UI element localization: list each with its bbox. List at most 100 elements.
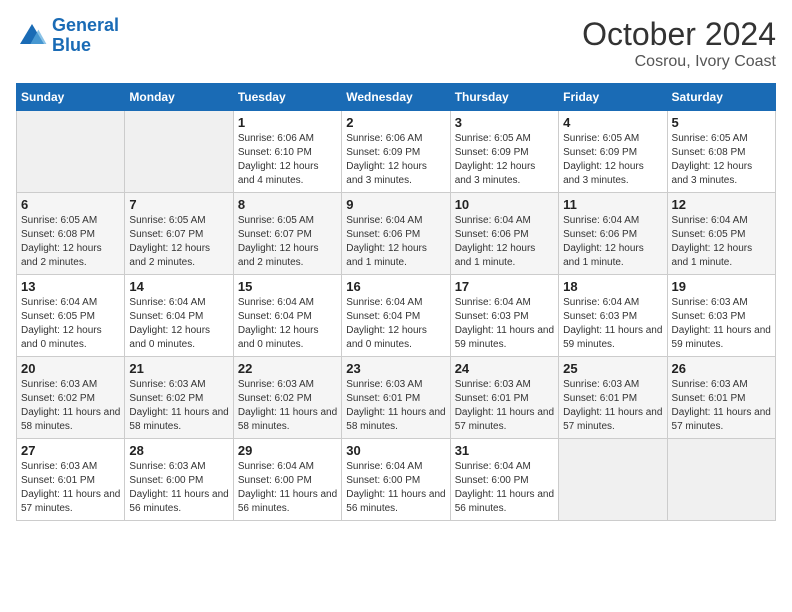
day-info: Sunrise: 6:04 AM Sunset: 6:00 PM Dayligh…	[346, 460, 445, 516]
calendar-cell: 23 Sunrise: 6:03 AM Sunset: 6:01 PM Dayli…	[342, 357, 450, 439]
day-number: 12	[672, 197, 771, 212]
day-info: Sunrise: 6:03 AM Sunset: 6:02 PM Dayligh…	[21, 378, 120, 434]
day-number: 5	[672, 115, 771, 130]
calendar-week-row: 1Sunrise: 6:06 AM Sunset: 6:10 PM Daylig…	[17, 111, 776, 193]
day-info: Sunrise: 6:04 AM Sunset: 6:05 PM Dayligh…	[21, 296, 120, 352]
day-number: 20	[21, 361, 120, 376]
calendar-cell: 19 Sunrise: 6:03 AM Sunset: 6:03 PM Dayli…	[667, 275, 775, 357]
weekday-header: Friday	[559, 84, 667, 111]
day-info: Sunrise: 6:04 AM Sunset: 6:06 PM Dayligh…	[563, 214, 662, 270]
day-info: Sunrise: 6:03 AM Sunset: 6:02 PM Dayligh…	[238, 378, 337, 434]
day-info: Sunrise: 6:05 AM Sunset: 6:09 PM Dayligh…	[563, 132, 662, 188]
page-header: General Blue October 2024 Cosrou, Ivory …	[16, 16, 776, 71]
weekday-header: Monday	[125, 84, 233, 111]
calendar-week-row: 27 Sunrise: 6:03 AM Sunset: 6:01 PM Dayli…	[17, 439, 776, 521]
calendar-cell: 10Sunrise: 6:04 AM Sunset: 6:06 PM Dayli…	[450, 193, 558, 275]
day-number: 22	[238, 361, 337, 376]
calendar-cell: 27 Sunrise: 6:03 AM Sunset: 6:01 PM Dayli…	[17, 439, 125, 521]
calendar-cell	[559, 439, 667, 521]
day-info: Sunrise: 6:04 AM Sunset: 6:00 PM Dayligh…	[455, 460, 554, 516]
day-number: 11	[563, 197, 662, 212]
day-number: 24	[455, 361, 554, 376]
calendar-week-row: 6Sunrise: 6:05 AM Sunset: 6:08 PM Daylig…	[17, 193, 776, 275]
day-info: Sunrise: 6:03 AM Sunset: 6:01 PM Dayligh…	[672, 378, 771, 434]
calendar-cell	[125, 111, 233, 193]
calendar-cell: 6Sunrise: 6:05 AM Sunset: 6:08 PM Daylig…	[17, 193, 125, 275]
day-number: 31	[455, 443, 554, 458]
day-number: 16	[346, 279, 445, 294]
calendar-cell: 3 Sunrise: 6:05 AM Sunset: 6:09 PM Daylig…	[450, 111, 558, 193]
day-number: 3	[455, 115, 554, 130]
day-info: Sunrise: 6:04 AM Sunset: 6:00 PM Dayligh…	[238, 460, 337, 516]
day-number: 4	[563, 115, 662, 130]
day-number: 21	[129, 361, 228, 376]
day-number: 14	[129, 279, 228, 294]
day-info: Sunrise: 6:04 AM Sunset: 6:06 PM Dayligh…	[346, 214, 445, 270]
day-number: 30	[346, 443, 445, 458]
day-info: Sunrise: 6:03 AM Sunset: 6:01 PM Dayligh…	[21, 460, 120, 516]
calendar-cell: 22 Sunrise: 6:03 AM Sunset: 6:02 PM Dayli…	[233, 357, 341, 439]
day-number: 8	[238, 197, 337, 212]
calendar-cell: 7Sunrise: 6:05 AM Sunset: 6:07 PM Daylig…	[125, 193, 233, 275]
day-info: Sunrise: 6:05 AM Sunset: 6:07 PM Dayligh…	[129, 214, 228, 270]
calendar-cell: 29 Sunrise: 6:04 AM Sunset: 6:00 PM Dayli…	[233, 439, 341, 521]
day-number: 27	[21, 443, 120, 458]
logo-icon	[16, 20, 48, 52]
calendar-cell: 18 Sunrise: 6:04 AM Sunset: 6:03 PM Dayli…	[559, 275, 667, 357]
day-number: 9	[346, 197, 445, 212]
day-number: 17	[455, 279, 554, 294]
weekday-header-row: SundayMondayTuesdayWednesdayThursdayFrid…	[17, 84, 776, 111]
calendar-title: October 2024	[582, 16, 776, 53]
day-number: 29	[238, 443, 337, 458]
day-number: 1	[238, 115, 337, 130]
weekday-header: Thursday	[450, 84, 558, 111]
calendar-cell	[667, 439, 775, 521]
calendar-cell: 14 Sunrise: 6:04 AM Sunset: 6:04 PM Dayli…	[125, 275, 233, 357]
day-info: Sunrise: 6:04 AM Sunset: 6:04 PM Dayligh…	[129, 296, 228, 352]
calendar-week-row: 20 Sunrise: 6:03 AM Sunset: 6:02 PM Dayli…	[17, 357, 776, 439]
day-info: Sunrise: 6:05 AM Sunset: 6:07 PM Dayligh…	[238, 214, 337, 270]
calendar-cell: 13 Sunrise: 6:04 AM Sunset: 6:05 PM Dayli…	[17, 275, 125, 357]
calendar-cell: 5 Sunrise: 6:05 AM Sunset: 6:08 PM Daylig…	[667, 111, 775, 193]
day-info: Sunrise: 6:04 AM Sunset: 6:06 PM Dayligh…	[455, 214, 554, 270]
calendar-cell: 24Sunrise: 6:03 AM Sunset: 6:01 PM Dayli…	[450, 357, 558, 439]
day-info: Sunrise: 6:03 AM Sunset: 6:01 PM Dayligh…	[346, 378, 445, 434]
calendar-cell: 26 Sunrise: 6:03 AM Sunset: 6:01 PM Dayli…	[667, 357, 775, 439]
day-info: Sunrise: 6:03 AM Sunset: 6:03 PM Dayligh…	[672, 296, 771, 352]
calendar-cell: 25Sunrise: 6:03 AM Sunset: 6:01 PM Dayli…	[559, 357, 667, 439]
calendar-cell: 30 Sunrise: 6:04 AM Sunset: 6:00 PM Dayli…	[342, 439, 450, 521]
weekday-header: Wednesday	[342, 84, 450, 111]
logo: General Blue	[16, 16, 119, 56]
day-info: Sunrise: 6:03 AM Sunset: 6:00 PM Dayligh…	[129, 460, 228, 516]
logo-line2: Blue	[52, 35, 91, 55]
day-info: Sunrise: 6:05 AM Sunset: 6:09 PM Dayligh…	[455, 132, 554, 188]
calendar-cell: 16Sunrise: 6:04 AM Sunset: 6:04 PM Dayli…	[342, 275, 450, 357]
calendar-subtitle: Cosrou, Ivory Coast	[582, 53, 776, 71]
day-info: Sunrise: 6:03 AM Sunset: 6:01 PM Dayligh…	[563, 378, 662, 434]
day-number: 2	[346, 115, 445, 130]
calendar-cell: 1Sunrise: 6:06 AM Sunset: 6:10 PM Daylig…	[233, 111, 341, 193]
day-info: Sunrise: 6:04 AM Sunset: 6:05 PM Dayligh…	[672, 214, 771, 270]
calendar-cell: 20 Sunrise: 6:03 AM Sunset: 6:02 PM Dayli…	[17, 357, 125, 439]
day-info: Sunrise: 6:05 AM Sunset: 6:08 PM Dayligh…	[672, 132, 771, 188]
day-number: 15	[238, 279, 337, 294]
calendar-cell: 11 Sunrise: 6:04 AM Sunset: 6:06 PM Dayli…	[559, 193, 667, 275]
day-number: 26	[672, 361, 771, 376]
calendar-cell: 8 Sunrise: 6:05 AM Sunset: 6:07 PM Daylig…	[233, 193, 341, 275]
day-info: Sunrise: 6:06 AM Sunset: 6:09 PM Dayligh…	[346, 132, 445, 188]
day-number: 28	[129, 443, 228, 458]
calendar-week-row: 13 Sunrise: 6:04 AM Sunset: 6:05 PM Dayli…	[17, 275, 776, 357]
calendar-cell: 28 Sunrise: 6:03 AM Sunset: 6:00 PM Dayli…	[125, 439, 233, 521]
calendar-cell: 9 Sunrise: 6:04 AM Sunset: 6:06 PM Daylig…	[342, 193, 450, 275]
day-info: Sunrise: 6:03 AM Sunset: 6:02 PM Dayligh…	[129, 378, 228, 434]
day-info: Sunrise: 6:04 AM Sunset: 6:03 PM Dayligh…	[563, 296, 662, 352]
day-number: 18	[563, 279, 662, 294]
calendar-cell: 2 Sunrise: 6:06 AM Sunset: 6:09 PM Daylig…	[342, 111, 450, 193]
calendar-cell: 17 Sunrise: 6:04 AM Sunset: 6:03 PM Dayli…	[450, 275, 558, 357]
weekday-header: Sunday	[17, 84, 125, 111]
day-info: Sunrise: 6:04 AM Sunset: 6:04 PM Dayligh…	[238, 296, 337, 352]
day-number: 13	[21, 279, 120, 294]
day-info: Sunrise: 6:04 AM Sunset: 6:03 PM Dayligh…	[455, 296, 554, 352]
day-number: 23	[346, 361, 445, 376]
day-number: 19	[672, 279, 771, 294]
